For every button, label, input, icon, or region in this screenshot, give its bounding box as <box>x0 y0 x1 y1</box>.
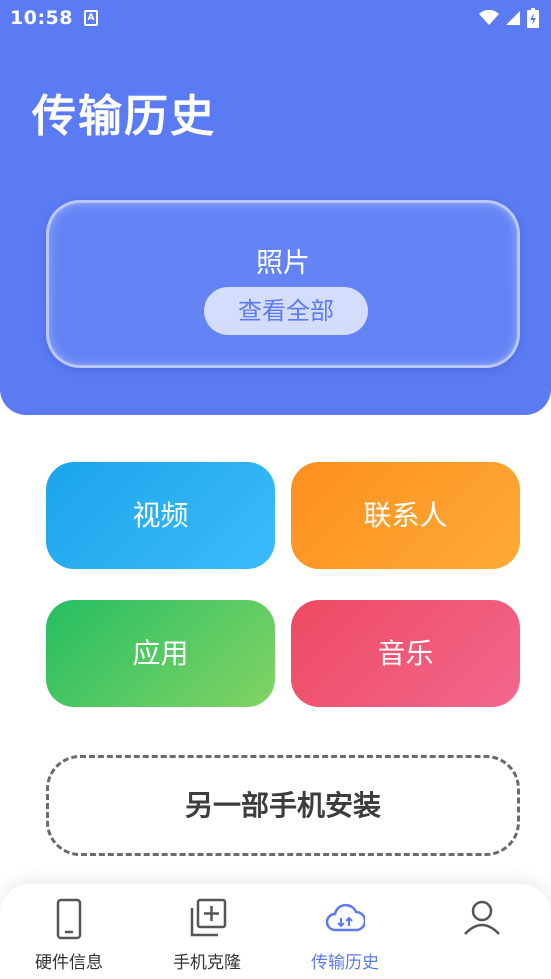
status-icons <box>479 8 539 28</box>
bottom-nav: 硬件信息 手机克隆 传输历史 <box>0 884 551 979</box>
phone-icon <box>56 898 82 940</box>
video-tile[interactable]: 视频 <box>46 462 275 569</box>
nav-label-transfer-history: 传输历史 <box>311 953 379 973</box>
status-time: 10:58 <box>10 7 73 29</box>
nav-label-phone-clone: 手机克隆 <box>173 953 241 973</box>
status-bar: 10:58 A <box>0 0 551 38</box>
install-on-another-phone-button[interactable]: 另一部手机安装 <box>46 755 520 856</box>
music-tile[interactable]: 音乐 <box>291 600 520 707</box>
photos-card[interactable]: 照片 查看全部 <box>46 200 520 368</box>
battery-icon <box>527 8 539 28</box>
cloud-transfer-icon <box>325 903 365 932</box>
wifi-icon <box>479 10 499 25</box>
profile-icon <box>464 900 500 935</box>
notification-app-icon: A <box>84 10 98 26</box>
apps-tile[interactable]: 应用 <box>46 600 275 707</box>
screen: 10:58 A 传输历史 照片 查看全部 视频 联系人 应用 音乐 另一部手机安… <box>0 0 551 979</box>
nav-item-hardware-info[interactable]: 硬件信息 <box>0 884 138 979</box>
page-title: 传输历史 <box>32 91 216 142</box>
photos-card-title: 照片 <box>256 248 310 279</box>
header-panel: 10:58 A 传输历史 照片 查看全部 <box>0 0 551 415</box>
signal-icon <box>506 11 520 25</box>
nav-label-hardware-info: 硬件信息 <box>35 953 103 973</box>
nav-item-profile[interactable] <box>413 884 551 979</box>
view-all-button[interactable]: 查看全部 <box>204 287 368 335</box>
clone-plus-icon <box>190 898 227 937</box>
nav-item-phone-clone[interactable]: 手机克隆 <box>138 884 276 979</box>
nav-item-transfer-history[interactable]: 传输历史 <box>276 884 414 979</box>
contacts-tile[interactable]: 联系人 <box>291 462 520 569</box>
